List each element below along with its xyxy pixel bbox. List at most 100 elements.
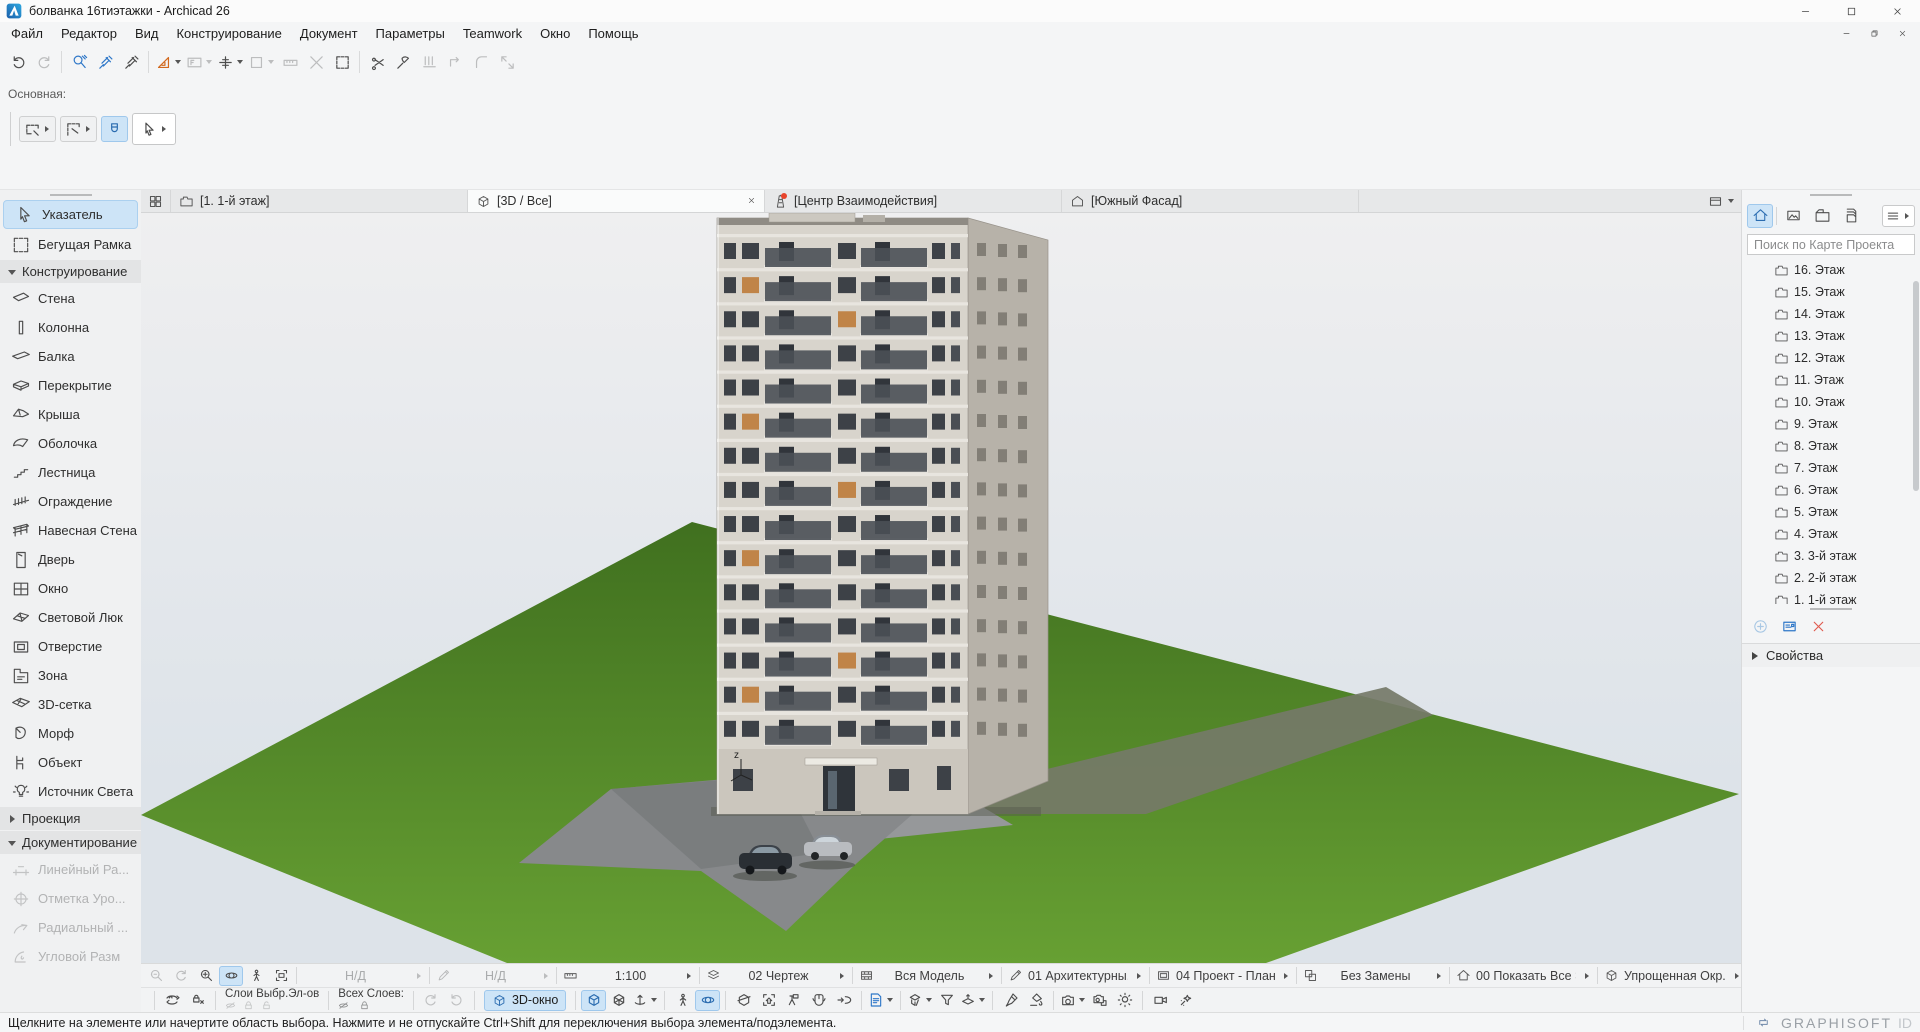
pen-set-na-field[interactable]: Н/Д xyxy=(430,964,556,987)
doc-close-icon[interactable] xyxy=(1888,25,1916,43)
transfer-parameters-button[interactable] xyxy=(118,49,144,75)
viewport-3d[interactable]: z xyxy=(141,213,1741,963)
snapshot-button[interactable] xyxy=(1059,990,1087,1011)
toolbox-section-Документирование[interactable]: Документирование xyxy=(0,831,141,854)
toolbox-section-Конструирование[interactable]: Конструирование xyxy=(0,260,141,283)
tree-item-15[interactable]: 1. 1-й этаж xyxy=(1742,589,1920,604)
navigator-splitter[interactable] xyxy=(1742,604,1920,613)
tree-item-13[interactable]: 3. 3-й этаж xyxy=(1742,545,1920,567)
selection-funnel-button[interactable] xyxy=(934,990,959,1011)
navigator-menu-button[interactable] xyxy=(1882,205,1915,227)
resize-button[interactable] xyxy=(494,49,520,75)
delete-viewpoint-icon[interactable] xyxy=(1810,618,1827,638)
layer-field[interactable]: Н/Д xyxy=(297,964,429,987)
orbit-button[interactable] xyxy=(219,966,243,986)
tree-item-10[interactable]: 6. Этаж xyxy=(1742,479,1920,501)
tree-item-4[interactable]: 12. Этаж xyxy=(1742,347,1920,369)
axonometry-button[interactable] xyxy=(606,990,631,1011)
redo-small-button[interactable] xyxy=(419,990,444,1011)
toolbox-grip[interactable] xyxy=(0,190,141,199)
walk-explore-button[interactable] xyxy=(670,990,695,1011)
tool-dimlin[interactable]: Линейный Ра... xyxy=(0,855,141,884)
menu-item-2[interactable]: Вид xyxy=(126,23,168,44)
tab-close-icon[interactable] xyxy=(747,194,756,208)
zoom-to-model-button[interactable] xyxy=(756,990,781,1011)
tool-door[interactable]: Дверь xyxy=(0,545,141,574)
look-to-button[interactable] xyxy=(831,990,856,1011)
camera-position-button[interactable] xyxy=(781,990,806,1011)
tool-slab[interactable]: Перекрытие xyxy=(0,371,141,400)
snap-points-button[interactable] xyxy=(215,49,246,75)
doc-minimize-icon[interactable] xyxy=(1832,25,1860,43)
tool-opening[interactable]: Отверстие xyxy=(0,632,141,661)
sun-settings-button[interactable] xyxy=(1112,990,1137,1011)
menu-item-4[interactable]: Документ xyxy=(291,23,367,44)
adjust-button[interactable] xyxy=(390,49,416,75)
tree-item-2[interactable]: 14. Этаж xyxy=(1742,303,1920,325)
menu-item-8[interactable]: Помощь xyxy=(579,23,647,44)
navigator-grip[interactable] xyxy=(1742,190,1920,199)
tool-light[interactable]: Источник Света xyxy=(0,777,141,806)
tree-item-14[interactable]: 2. 2-й этаж xyxy=(1742,567,1920,589)
tool-marquee[interactable]: Бегущая Рамка xyxy=(0,230,141,259)
maximize-icon[interactable] xyxy=(1828,0,1874,22)
layout-book-button[interactable] xyxy=(1809,204,1835,228)
pickup-parameters-button[interactable] xyxy=(66,49,92,75)
intersect-button[interactable] xyxy=(442,49,468,75)
project-map-button[interactable] xyxy=(1747,204,1773,228)
fillet-button[interactable] xyxy=(468,49,494,75)
model-view-field[interactable]: Вся Модель xyxy=(853,964,1001,987)
group-edit-button[interactable] xyxy=(329,49,355,75)
layer-combination-field[interactable]: 02 Чертеж xyxy=(700,964,852,987)
tree-item-9[interactable]: 7. Этаж xyxy=(1742,457,1920,479)
view-map-button[interactable] xyxy=(1780,204,1806,228)
menu-item-5[interactable]: Параметры xyxy=(367,23,454,44)
marquee-3d-button[interactable] xyxy=(731,990,756,1011)
element-info-button[interactable] xyxy=(867,990,895,1011)
tree-item-6[interactable]: 10. Этаж xyxy=(1742,391,1920,413)
tree-item-12[interactable]: 4. Этаж xyxy=(1742,523,1920,545)
trim-button[interactable] xyxy=(416,49,442,75)
inject-parameters-button[interactable] xyxy=(92,49,118,75)
orbit-3d-button[interactable] xyxy=(695,990,720,1011)
tree-item-11[interactable]: 5. Этаж xyxy=(1742,501,1920,523)
favorites-button[interactable] xyxy=(246,49,277,75)
tree-scrollbar[interactable] xyxy=(1913,281,1919,491)
tab-2[interactable]: [Центр Взаимодействия] xyxy=(765,190,1062,212)
tool-mesh[interactable]: 3D-сетка xyxy=(0,690,141,719)
marquee-options-button[interactable] xyxy=(60,116,97,142)
menu-item-0[interactable]: Файл xyxy=(2,23,52,44)
tool-window[interactable]: Окно xyxy=(0,574,141,603)
tool-stairs[interactable]: Лестница xyxy=(0,458,141,487)
properties-header[interactable]: Свойства xyxy=(1742,643,1920,667)
tab-3[interactable]: [Южный Фасад] xyxy=(1062,190,1359,212)
doc-restore-icon[interactable] xyxy=(1860,25,1888,43)
project-map-search-input[interactable] xyxy=(1747,234,1915,255)
tool-dimrad[interactable]: Радиальный ... xyxy=(0,913,141,942)
tool-arrowcur[interactable]: Указатель xyxy=(3,200,138,229)
tool-wall[interactable]: Стена xyxy=(0,284,141,313)
3d-window-button[interactable]: 3D-окно xyxy=(484,990,566,1011)
undo-button[interactable] xyxy=(5,49,31,75)
zoom-forward-button[interactable] xyxy=(169,966,193,986)
menu-item-6[interactable]: Teamwork xyxy=(454,23,531,44)
tool-skylight[interactable]: Световой Люк xyxy=(0,603,141,632)
tool-railing[interactable]: Ограждение xyxy=(0,487,141,516)
cutting-planes-button[interactable] xyxy=(959,990,987,1011)
tool-curtain[interactable]: Навесная Стена xyxy=(0,516,141,545)
tool-morph[interactable]: Морф xyxy=(0,719,141,748)
gravity-magnet-button[interactable] xyxy=(101,116,128,142)
tool-beam[interactable]: Балка xyxy=(0,342,141,371)
sync-icon[interactable] xyxy=(1756,1015,1771,1030)
tab-1[interactable]: [3D / Все] xyxy=(468,190,765,212)
stretch-button[interactable] xyxy=(303,49,329,75)
split-button[interactable] xyxy=(364,49,390,75)
add-viewpoint-icon[interactable] xyxy=(1752,618,1769,638)
scale-field[interactable]: 1:100 xyxy=(557,964,699,987)
tab-overflow-button[interactable] xyxy=(1701,190,1741,212)
pen-set-field[interactable]: 01 Архитектурны... xyxy=(1002,964,1149,987)
toggle-visibility-button[interactable] xyxy=(160,990,185,1011)
dimensions-button[interactable] xyxy=(277,49,303,75)
flythrough-button[interactable] xyxy=(1148,990,1173,1011)
toggle-lock-button[interactable] xyxy=(185,990,210,1011)
